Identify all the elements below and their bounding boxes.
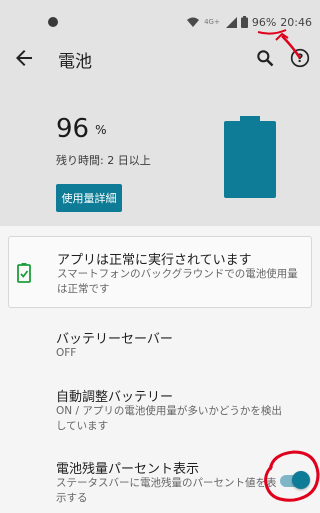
cellular-signal-icon: [225, 16, 237, 28]
status-bar: 4G+ 96% 20:46: [0, 0, 320, 36]
page-title: 電池: [58, 52, 92, 72]
battery-level: 96%: [56, 114, 107, 144]
battery-level-unit: %: [95, 122, 107, 137]
remaining-time: 残り時間: 2 日以上: [56, 154, 151, 167]
battery-percentage-title: 電池残量パーセント表示: [56, 462, 200, 477]
wifi-icon: [187, 17, 200, 27]
adaptive-battery-title: 自動調整バッテリー: [56, 390, 174, 405]
toggle-thumb: [292, 471, 310, 489]
app-status-card[interactable]: アプリは正常に実行されています スマートフォンのバックグラウンドでの電池使用量は…: [8, 236, 312, 308]
status-time: 20:46: [280, 15, 312, 29]
status-battery-percent: 96%: [251, 15, 277, 29]
status-icons: 4G+ 96% 20:46: [186, 14, 312, 30]
battery-summary: 96% 残り時間: 2 日以上 使用量詳細: [0, 80, 320, 226]
battery-check-icon: [17, 263, 31, 283]
usage-details-button[interactable]: 使用量詳細: [56, 184, 122, 212]
status-card-description: スマートフォンのバックグラウンドでの電池使用量は正常です: [57, 268, 298, 295]
help-icon[interactable]: ?: [290, 48, 310, 68]
app-bar: 電池 ?: [0, 36, 320, 80]
search-icon[interactable]: [255, 48, 275, 68]
battery-level-value: 96: [56, 114, 90, 144]
network-type-label: 4G+: [204, 18, 220, 26]
battery-percentage-toggle[interactable]: [278, 470, 312, 490]
battery-large-icon: [224, 116, 276, 198]
battery-saver-subtitle: OFF: [56, 347, 77, 359]
status-card-title: アプリは正常に実行されています: [57, 253, 252, 268]
adaptive-battery-subtitle: ON / アプリの電池使用量が多いかどうかを検出しています: [56, 405, 282, 432]
svg-text:?: ?: [297, 51, 304, 65]
back-arrow-icon[interactable]: [12, 46, 36, 70]
camera-cutout: [48, 17, 58, 27]
battery-percentage-subtitle: ステータスバーに電池残量のパーセント値を表示する: [56, 477, 277, 504]
battery-small-icon: [240, 16, 248, 28]
battery-saver-title: バッテリーセーバー: [56, 332, 173, 347]
